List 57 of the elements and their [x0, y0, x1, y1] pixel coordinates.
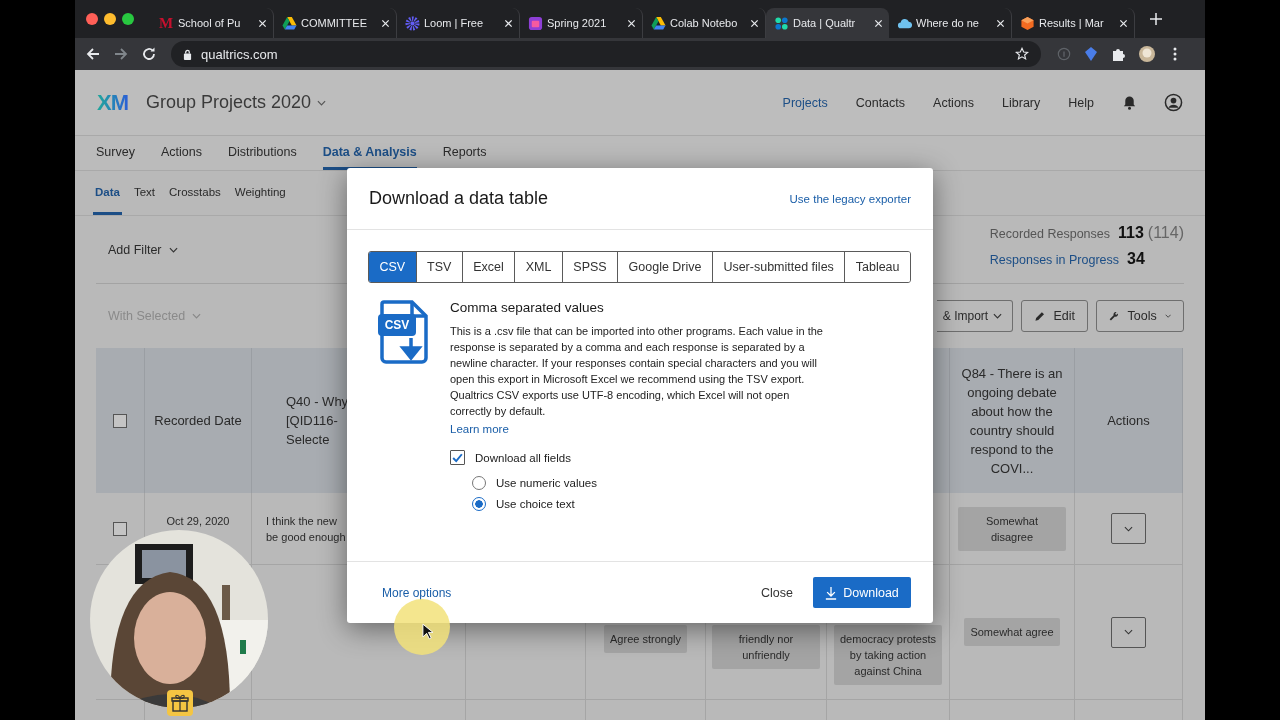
sub-tab[interactable]: Weighting: [232, 171, 288, 215]
tab-title: Results | Mar: [1039, 17, 1105, 29]
section-tab[interactable]: Reports: [442, 136, 487, 170]
tab-title: School of Pu: [178, 17, 242, 29]
column-header[interactable]: Actions: [1099, 411, 1158, 430]
format-title: Comma separated values: [450, 300, 605, 315]
tab-title: Spring 2021: [547, 17, 608, 29]
learn-more-link[interactable]: Learn more: [450, 423, 509, 435]
tab-title: Data | Qualtr: [793, 17, 857, 29]
answer-text: I think the new be good enough: [265, 514, 346, 545]
add-filter-dropdown[interactable]: Add Filter: [96, 242, 190, 257]
favicon-letter: M: [159, 14, 174, 32]
date-cell-text: Oct 29, 2020: [166, 514, 230, 529]
sub-tab[interactable]: Crosstabs: [167, 171, 223, 215]
column-header[interactable]: Q84 - There is an ongoing debate about how the country should respond to the COVI...: [950, 363, 1074, 478]
stat-value: 34: [1127, 249, 1145, 268]
sub-tab[interactable]: Text: [131, 171, 158, 215]
project-selector[interactable]: Group Projects 2020: [146, 92, 327, 113]
more-options-link[interactable]: More options: [382, 585, 452, 600]
browser-tab[interactable]: Data | Qualtr: [766, 8, 889, 38]
answer-tag: friendly nor unfriendly: [712, 625, 820, 669]
section-tab[interactable]: Actions: [160, 136, 202, 170]
radio-label: Use numeric values: [496, 477, 597, 489]
stat-label: Recorded Responses: [989, 226, 1110, 241]
tab-title: Loom | Free: [424, 17, 485, 29]
csv-file-icon: CSV: [378, 300, 430, 364]
tab-title: COMMITTEE: [301, 17, 368, 29]
answer-tag: democracy protests by taking action against China: [834, 625, 942, 685]
format-description: This is a .csv file that can be imported into other programs. Each value in the response is separated by a comma and each response is separated by a newline character. If your responses contain special characters and you will open this export in Microsoft Excel we recommend using the TSV export. Qualtrics CSV exports use UTF-8 encoding, which Excel will not open correctly by default.: [450, 324, 824, 419]
edit-button[interactable]: Edit: [1021, 300, 1088, 332]
nav-link[interactable]: Actions: [933, 95, 975, 110]
close-button[interactable]: Close: [753, 579, 801, 606]
answer-tag: Somewhat agree: [964, 618, 1060, 646]
tab-title: Where do ne: [916, 17, 980, 29]
answer-tag: Somewhat disagree: [958, 506, 1066, 551]
column-header[interactable]: Recorded Date: [146, 411, 250, 430]
download-button[interactable]: Download: [813, 577, 911, 608]
stat-total: (114): [1147, 223, 1184, 242]
radio-label: Use choice text: [496, 498, 575, 510]
tab-title: Colab Notebo: [670, 17, 739, 29]
legacy-exporter-link[interactable]: Use the legacy exporter: [789, 192, 911, 205]
nav-link[interactable]: Help: [1068, 95, 1094, 110]
dialog-title: Download a data table: [369, 188, 549, 209]
stat-value: 113: [1118, 223, 1144, 242]
checkbox-label: Download all fields: [475, 451, 571, 464]
import-button[interactable]: & Import: [937, 300, 1013, 332]
sub-tab[interactable]: Data: [93, 171, 122, 215]
tools-button[interactable]: Tools: [1096, 300, 1184, 332]
nav-link[interactable]: Projects: [782, 95, 828, 110]
section-tab[interactable]: Distributions: [227, 136, 297, 170]
nav-link[interactable]: Contacts: [855, 95, 906, 110]
format-tab[interactable]: CSV: [369, 252, 417, 282]
address-bar[interactable]: qualtrics.com: [171, 41, 1041, 67]
answer-tag: Agree strongly: [604, 625, 687, 653]
section-tab[interactable]: Survey: [96, 136, 135, 170]
nav-link[interactable]: Library: [1002, 95, 1041, 110]
progress-link[interactable]: Responses in Progress: [989, 252, 1120, 267]
